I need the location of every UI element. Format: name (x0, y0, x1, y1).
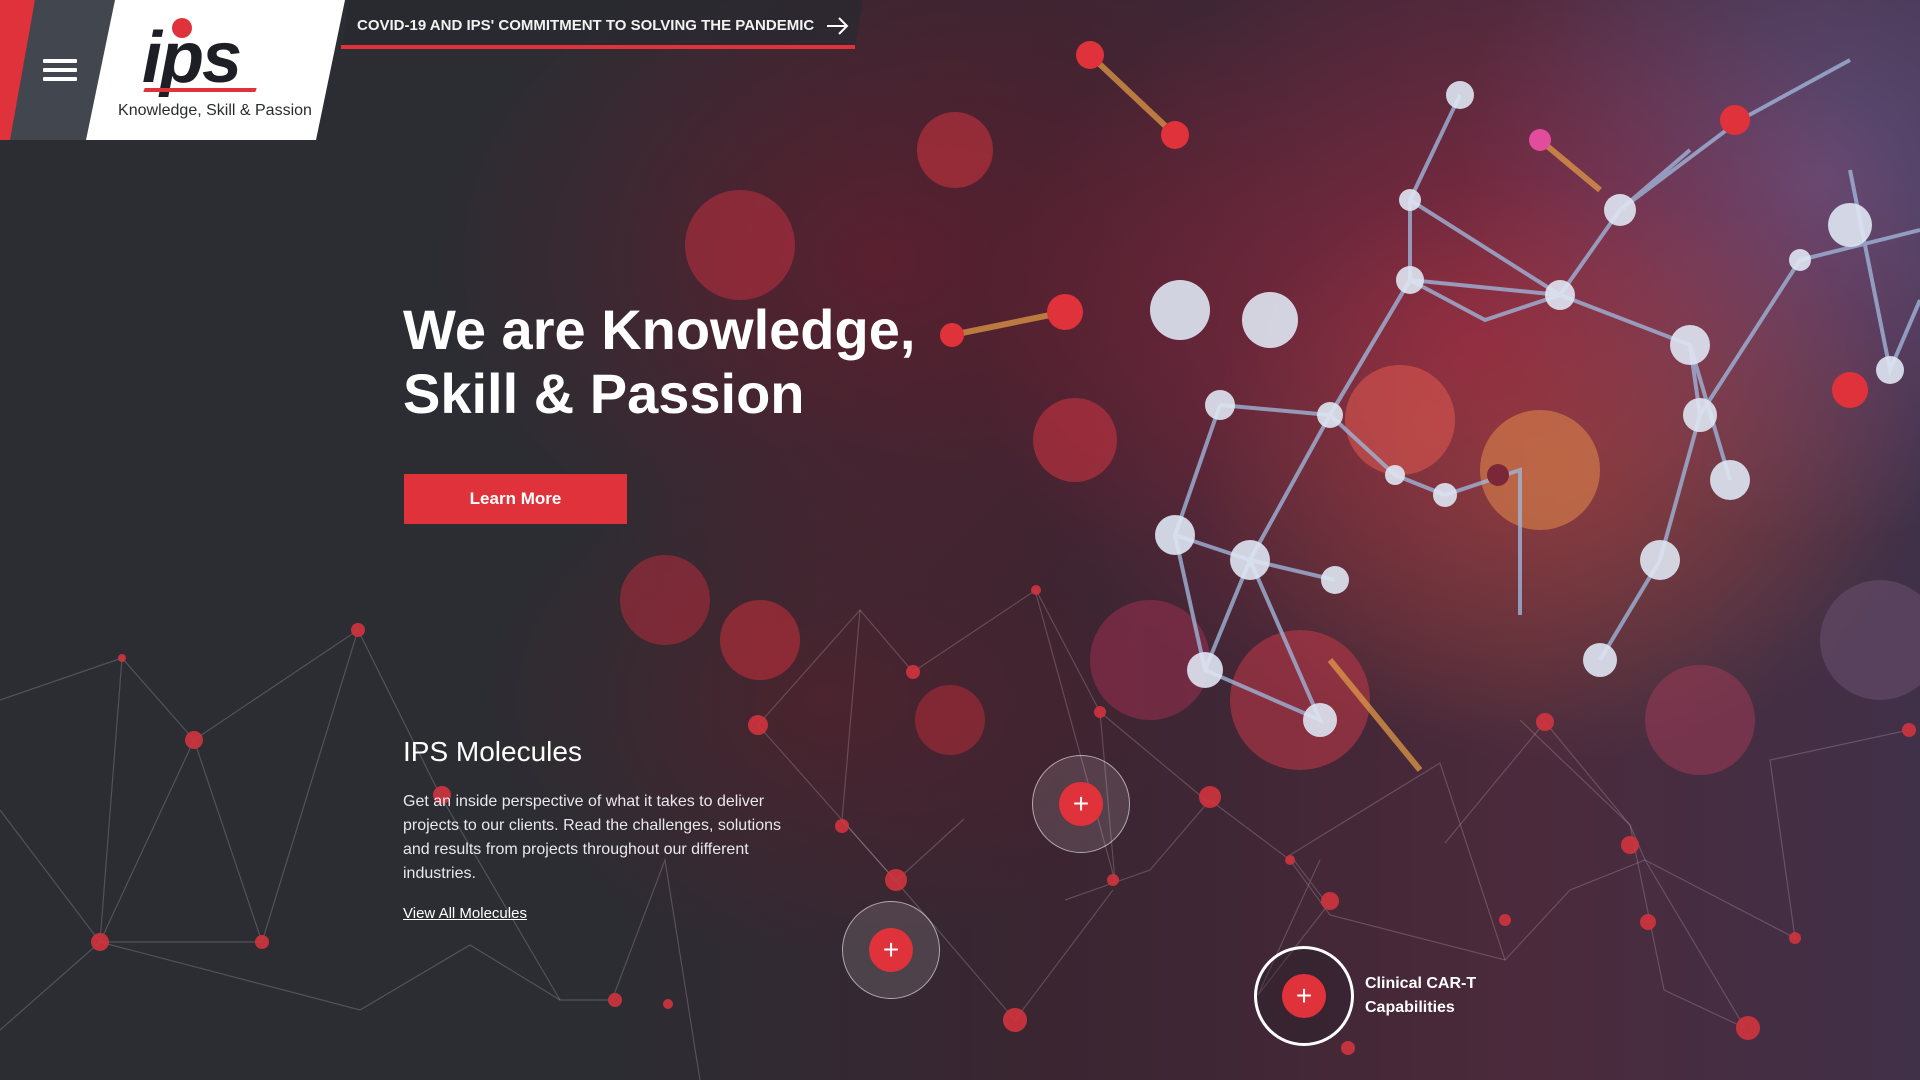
hotspot-label[interactable]: Clinical CAR-T Capabilities (1365, 972, 1505, 1020)
arrow-right-icon (827, 17, 849, 35)
hero-title: We are Knowledge, Skill & Passion (403, 298, 963, 426)
ips-logo[interactable]: ips Knowledge, Skill & Passion (100, 8, 330, 126)
announcement-text: COVID-19 AND IPS' COMMITMENT TO SOLVING … (357, 17, 815, 34)
molecules-title: IPS Molecules (403, 736, 582, 767)
logo-wordmark: ips (142, 18, 242, 98)
logo-underline (143, 88, 257, 92)
plus-icon: + (1282, 974, 1326, 1018)
site-header-brand: ips Knowledge, Skill & Passion (0, 0, 345, 140)
plus-icon: + (1059, 782, 1103, 826)
hamburger-menu-icon[interactable] (30, 48, 90, 92)
molecule-hotspot-1[interactable]: + (1032, 755, 1130, 853)
plus-icon: + (869, 928, 913, 972)
hero-title-line2: Skill & Passion (403, 362, 805, 425)
molecules-description: Get an inside perspective of what it tak… (403, 793, 781, 882)
logo-tagline: Knowledge, Skill & Passion (118, 102, 312, 119)
molecule-hotspot-clinical-car-t[interactable]: + (1254, 946, 1354, 1046)
covid-announcement-link[interactable]: COVID-19 AND IPS' COMMITMENT TO SOLVING … (337, 0, 863, 49)
hero-title-line1: We are Knowledge, (403, 298, 916, 361)
learn-more-button[interactable]: Learn More (404, 474, 627, 524)
molecule-network-graphic (0, 41, 1920, 1080)
view-all-molecules-link[interactable]: View All Molecules (403, 905, 527, 922)
molecule-hotspot-2[interactable]: + (842, 901, 940, 999)
